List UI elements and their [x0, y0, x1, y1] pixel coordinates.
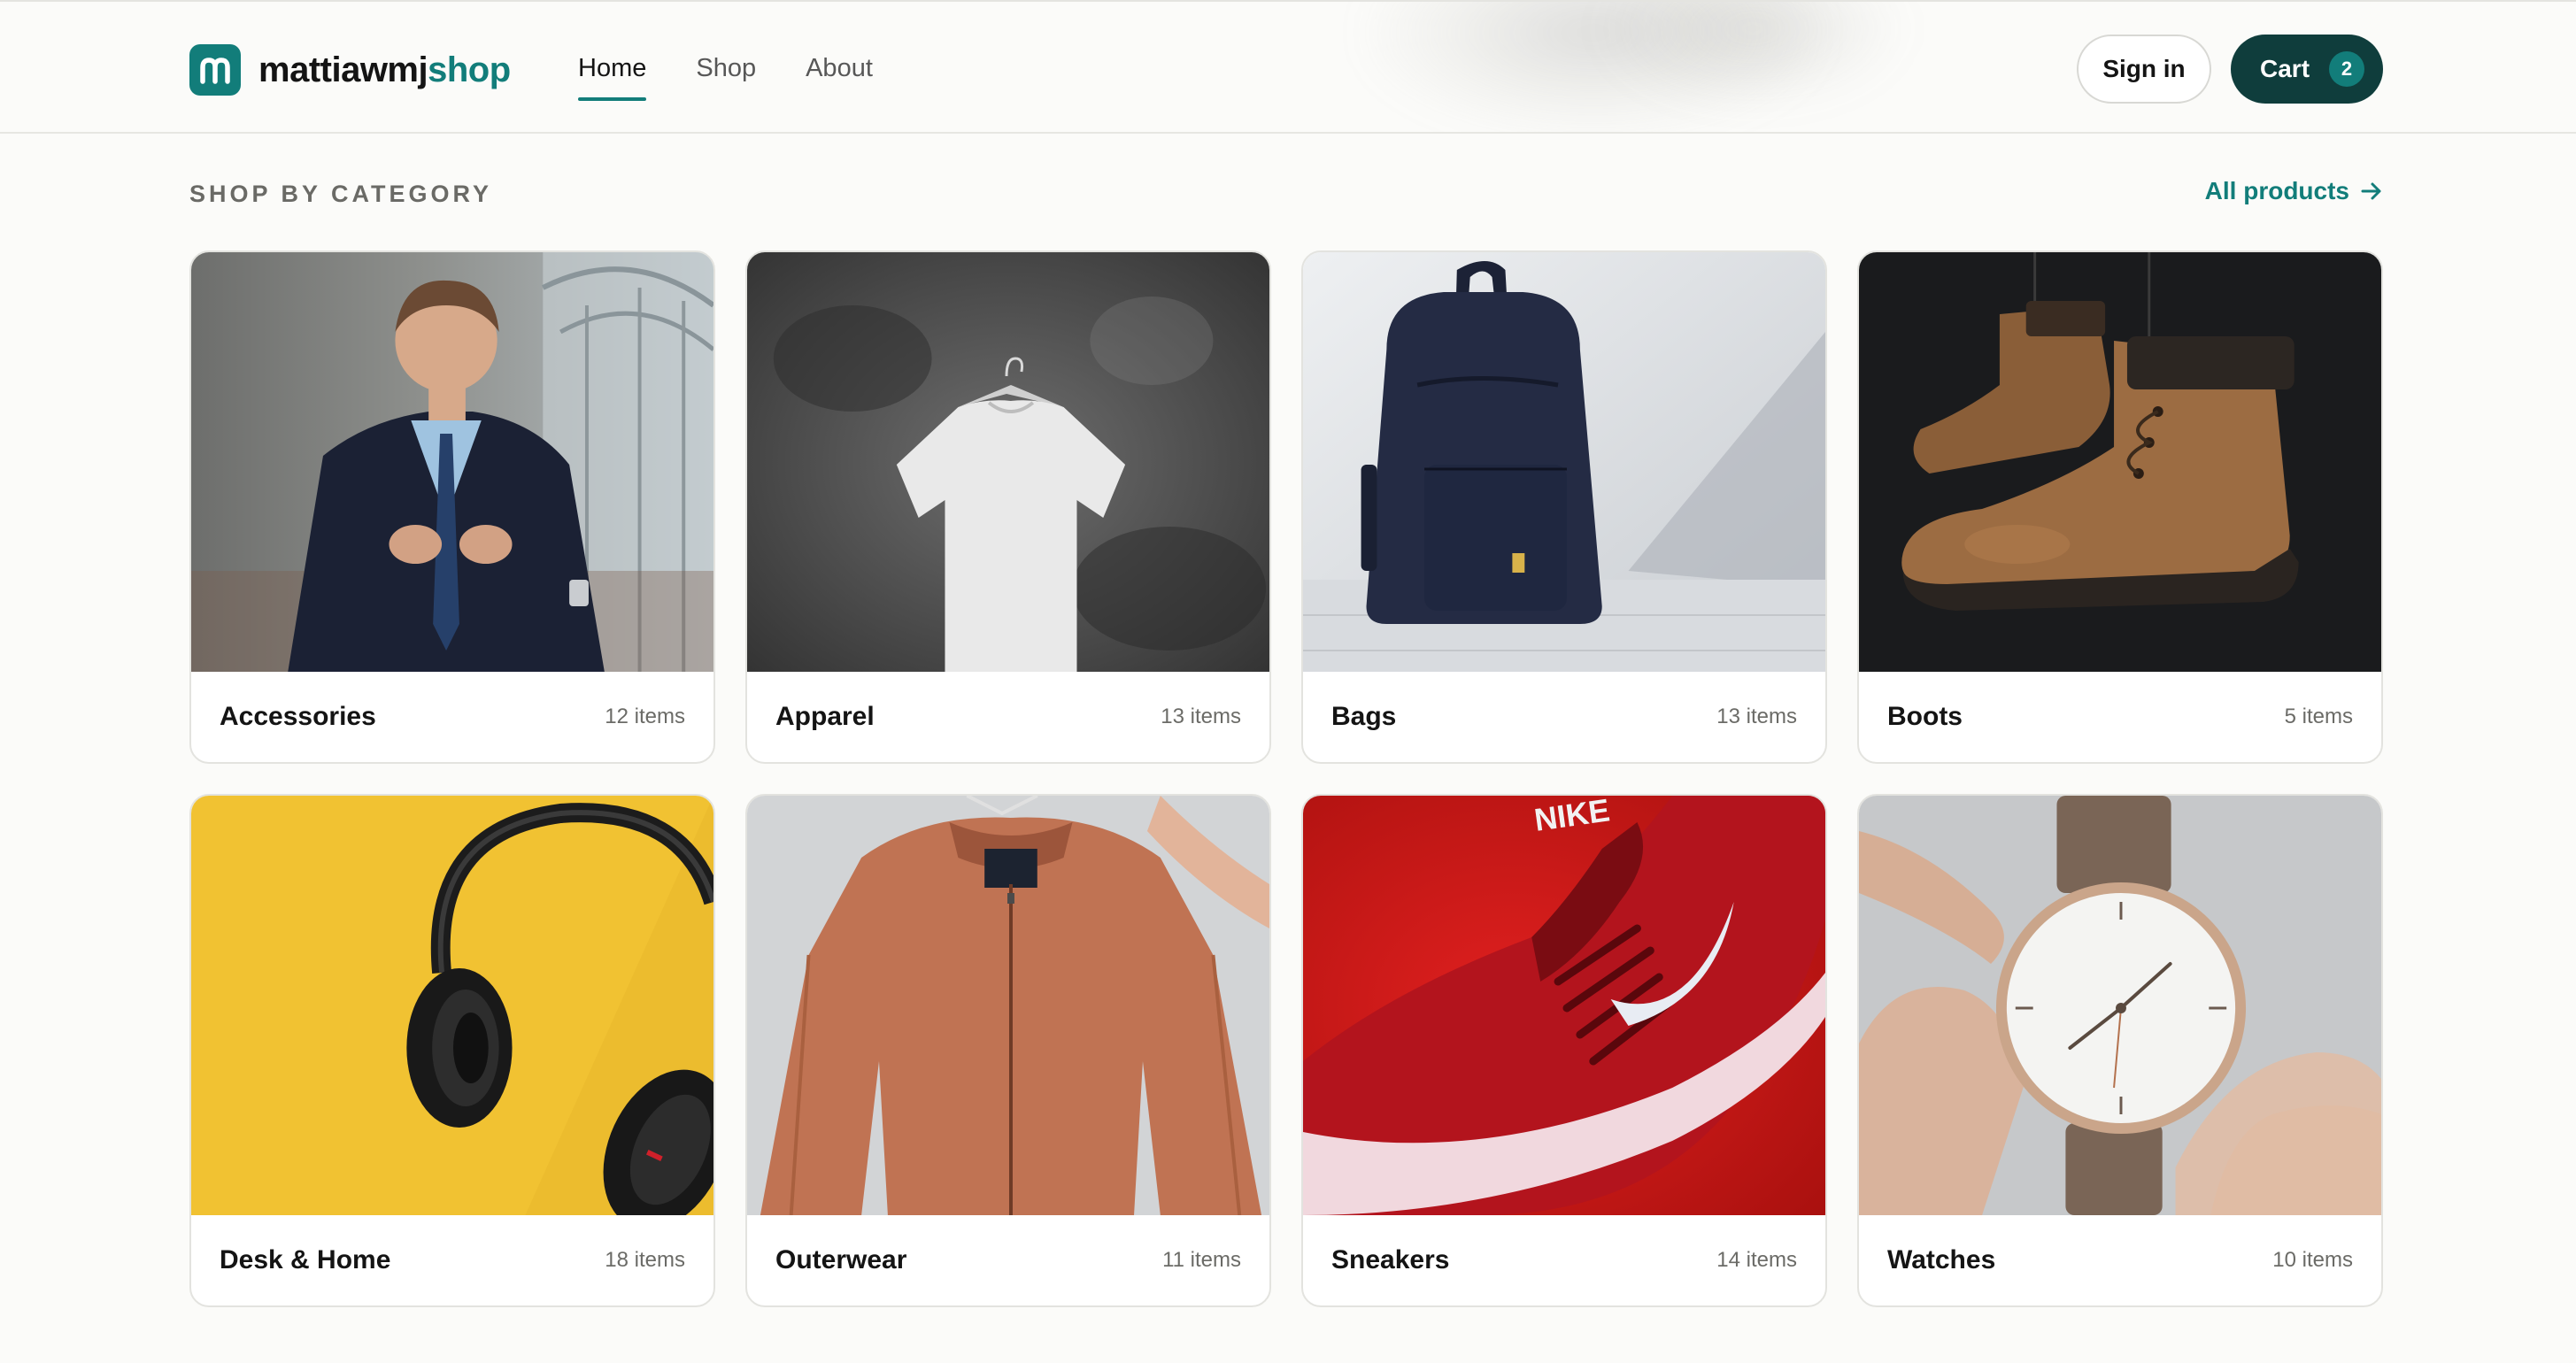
category-card-bags[interactable]: Bags 13 items: [1301, 250, 1827, 764]
main-nav: Home Shop About: [578, 2, 873, 132]
nav-shop[interactable]: Shop: [696, 54, 756, 83]
card-footer: Accessories 12 items: [191, 672, 713, 762]
category-name: Boots: [1887, 702, 1963, 731]
category-name: Sneakers: [1331, 1245, 1450, 1274]
category-name: Desk & Home: [220, 1245, 391, 1274]
category-count: 13 items: [1716, 705, 1797, 728]
header-background-blur-secondary: [1593, 2, 1912, 108]
category-grid: Accessories 12 items Apparel 13 items Ba…: [189, 250, 2385, 1307]
category-count: 12 items: [605, 705, 685, 728]
accessories-image: [191, 252, 713, 672]
category-count: 14 items: [1716, 1248, 1797, 1272]
watches-image: [1859, 796, 2381, 1215]
category-name: Watches: [1887, 1245, 1996, 1274]
site-header: mattiawmjshop Home Shop About Sign in Ca…: [0, 0, 2576, 134]
category-count: 13 items: [1161, 705, 1241, 728]
card-footer: Watches 10 items: [1859, 1215, 2381, 1305]
brand-logo[interactable]: mattiawmjshop: [189, 44, 511, 96]
category-name: Accessories: [220, 702, 376, 731]
cart-count-badge: 2: [2329, 51, 2365, 87]
category-card-outerwear[interactable]: Outerwear 11 items: [745, 794, 1271, 1307]
card-footer: Sneakers 14 items: [1303, 1215, 1825, 1305]
category-count: 18 items: [605, 1248, 685, 1272]
sneakers-image: NIKE: [1303, 796, 1825, 1215]
brand-name: mattiawmjshop: [258, 50, 511, 89]
nav-home[interactable]: Home: [578, 54, 647, 101]
boots-image: [1859, 252, 2381, 672]
section-title: SHOP BY CATEGORY: [189, 181, 493, 207]
category-card-sneakers[interactable]: NIKE Sneakers 14 items: [1301, 794, 1827, 1307]
bags-image: [1303, 252, 1825, 672]
outerwear-image: [747, 796, 1269, 1215]
all-products-label: All products: [2204, 177, 2349, 204]
card-footer: Apparel 13 items: [747, 672, 1269, 762]
category-card-boots[interactable]: Boots 5 items: [1857, 250, 2383, 764]
apparel-image: [747, 252, 1269, 672]
cart-button[interactable]: Cart 2: [2231, 35, 2383, 104]
category-count: 11 items: [1162, 1248, 1241, 1272]
card-footer: Desk & Home 18 items: [191, 1215, 713, 1305]
card-footer: Boots 5 items: [1859, 672, 2381, 762]
all-products-link[interactable]: All products: [2205, 177, 2383, 205]
sign-in-button[interactable]: Sign in: [2077, 35, 2211, 104]
category-card-accessories[interactable]: Accessories 12 items: [189, 250, 715, 764]
category-name: Apparel: [775, 702, 875, 731]
category-name: Bags: [1331, 702, 1397, 731]
desk-home-image: [191, 796, 713, 1215]
card-footer: Outerwear 11 items: [747, 1215, 1269, 1305]
category-card-watches[interactable]: Watches 10 items: [1857, 794, 2383, 1307]
nav-about[interactable]: About: [806, 54, 873, 83]
category-count: 5 items: [2284, 705, 2353, 728]
category-name: Outerwear: [775, 1245, 907, 1274]
arrow-right-icon: [2361, 182, 2381, 200]
category-card-apparel[interactable]: Apparel 13 items: [745, 250, 1271, 764]
card-footer: Bags 13 items: [1303, 672, 1825, 762]
category-card-desk-home[interactable]: Desk & Home 18 items: [189, 794, 715, 1307]
cart-label: Cart: [2260, 55, 2310, 82]
category-count: 10 items: [2272, 1248, 2353, 1272]
logo-m-icon: [189, 44, 241, 96]
